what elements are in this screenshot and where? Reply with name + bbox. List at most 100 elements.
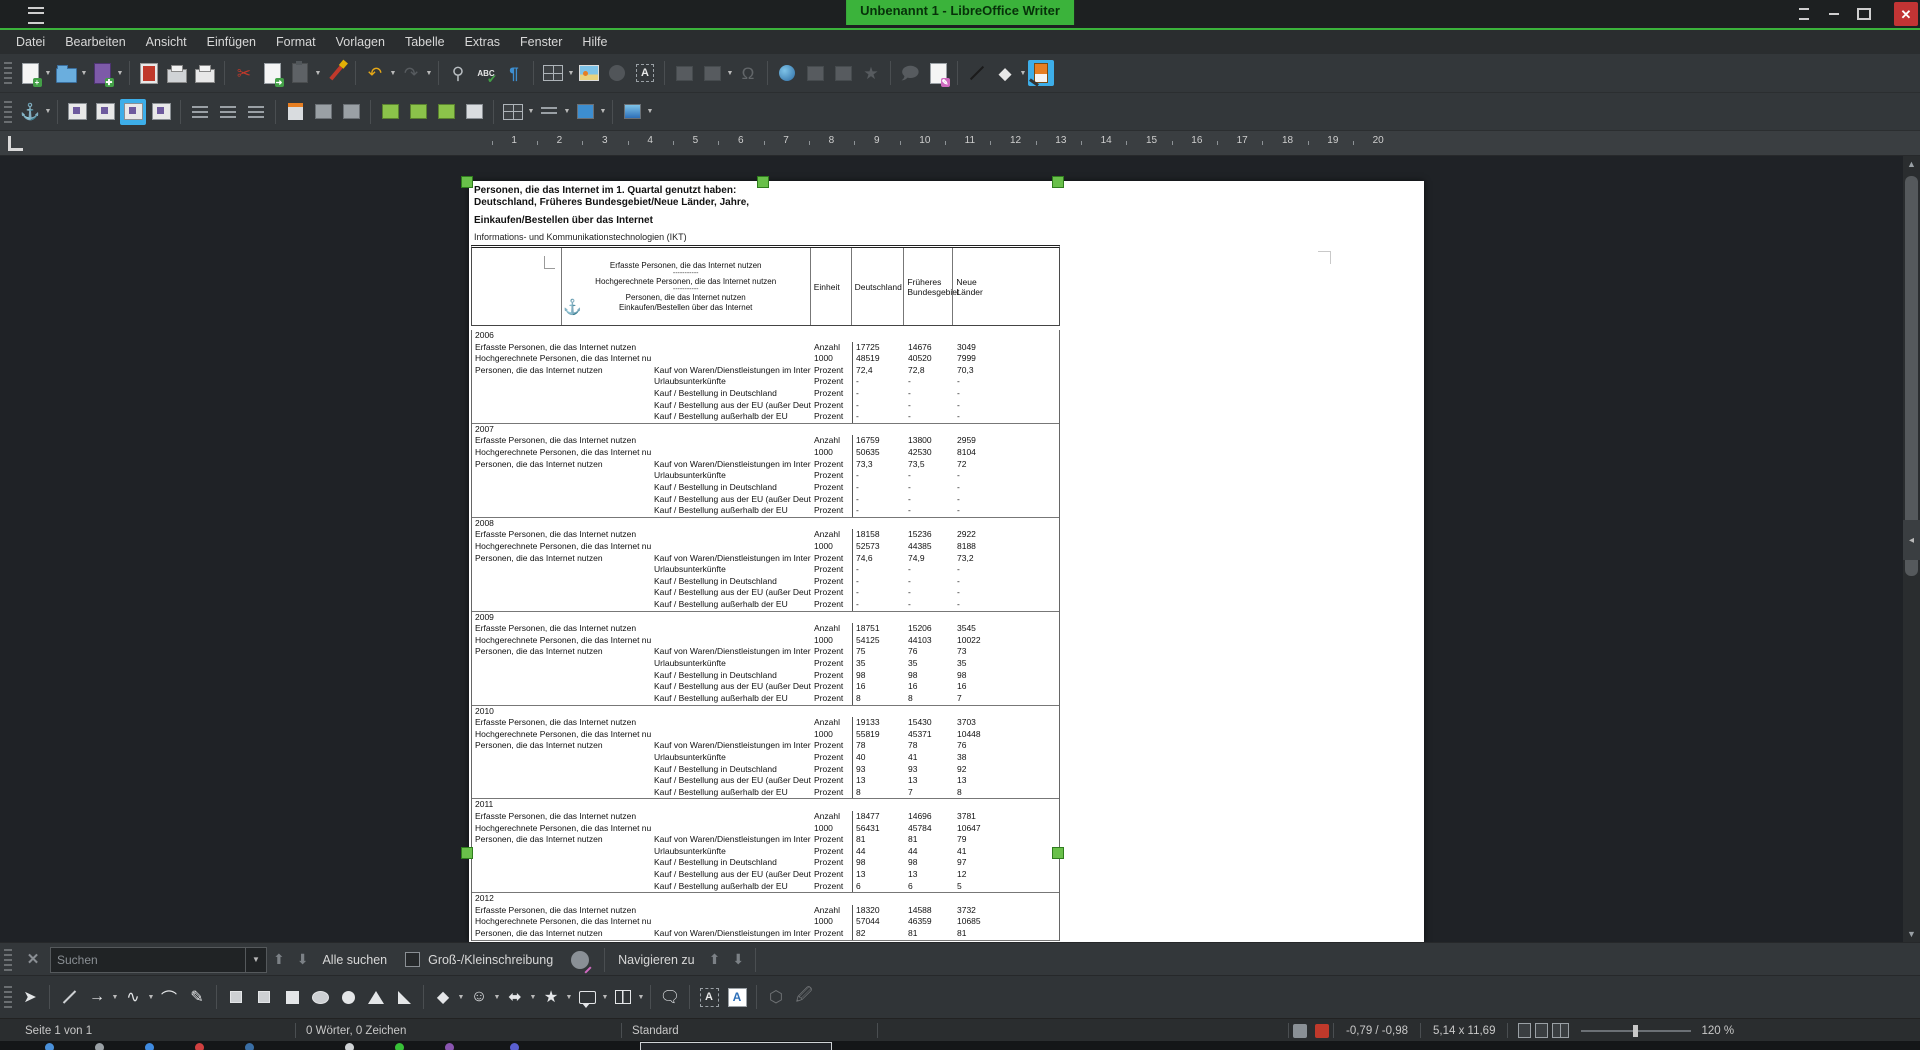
formatting-marks-button[interactable]: ¶ [501, 60, 527, 86]
object-size-status[interactable]: 5,14 x 11,69 [1433, 1025, 1495, 1037]
menu-hilfe[interactable]: Hilfe [572, 31, 617, 53]
insert-field-dropdown[interactable]: ▼ [726, 60, 734, 86]
circle-tool-button[interactable] [334, 983, 362, 1011]
send-to-back-button[interactable] [461, 99, 487, 125]
insert-endnote-button[interactable] [830, 60, 856, 86]
taskbar-icon[interactable] [245, 1043, 254, 1050]
wrap-ideal-button[interactable] [120, 99, 146, 125]
spellcheck-button[interactable]: ABC✔ [473, 60, 499, 86]
insert-bookmark-button[interactable]: ★ [858, 60, 884, 86]
book-view-button[interactable] [1552, 1023, 1569, 1038]
basic-shapes-button[interactable]: ◆ [992, 60, 1018, 86]
print-button[interactable] [164, 60, 190, 86]
object-position-status[interactable]: -0,79 / -0,98 [1346, 1025, 1408, 1037]
align-bottom-button[interactable] [433, 99, 459, 125]
background-color-dropdown[interactable]: ▼ [646, 99, 654, 125]
align-left-button[interactable] [187, 99, 213, 125]
print-preview-button[interactable] [192, 60, 218, 86]
scroll-up-icon[interactable]: ▲ [1903, 156, 1920, 172]
border-color-button[interactable] [572, 99, 598, 125]
basic-shapes-dropdown[interactable]: ▼ [1019, 60, 1027, 86]
undo-button[interactable]: ↶ [362, 60, 388, 86]
save-button[interactable]: ✚ [89, 60, 115, 86]
toolbar-grip[interactable] [4, 101, 12, 123]
block-arrows-tool-button[interactable]: ⬌ [501, 983, 529, 1011]
insert-table-dropdown[interactable]: ▼ [567, 60, 575, 86]
insert-special-char-button[interactable]: Ω [735, 60, 761, 86]
wrap-through-button[interactable] [148, 99, 174, 125]
symbol-shapes-tool-button[interactable]: ☺ [465, 983, 493, 1011]
curve-tool-button[interactable]: ∿ [119, 983, 147, 1011]
taskbar-icon[interactable] [395, 1043, 404, 1050]
border-style-button[interactable] [536, 99, 562, 125]
window-menu-icon[interactable] [28, 7, 44, 24]
callout-shapes-tool-button[interactable] [573, 983, 601, 1011]
anchor-dropdown[interactable]: ▼ [44, 99, 52, 125]
insert-hyperlink-button[interactable] [774, 60, 800, 86]
insert-image-button[interactable] [576, 60, 602, 86]
page-count-status[interactable]: Seite 1 von 1 [25, 1025, 295, 1037]
undo-dropdown[interactable]: ▼ [389, 60, 397, 86]
insert-footnote-button[interactable] [802, 60, 828, 86]
menu-format[interactable]: Format [266, 31, 326, 53]
redo-button[interactable]: ↷ [398, 60, 424, 86]
open-button[interactable] [53, 60, 79, 86]
menu-tabelle[interactable]: Tabelle [395, 31, 455, 53]
menu-datei[interactable]: Datei [6, 31, 55, 53]
insert-comment-button[interactable]: 🗩 [897, 60, 923, 86]
close-button[interactable]: ✕ [1894, 2, 1918, 26]
border-style-dropdown[interactable]: ▼ [563, 99, 571, 125]
selection-handle-middle-right[interactable] [1052, 847, 1064, 859]
align-center-button[interactable] [215, 99, 241, 125]
block-arrows-dropdown[interactable]: ▼ [529, 984, 537, 1010]
zoom-level-status[interactable]: 120 % [1701, 1025, 1734, 1037]
align-middle-button[interactable] [405, 99, 431, 125]
polygon-tool-button[interactable]: ⌒ [155, 983, 183, 1011]
selection-handle-top-center[interactable] [757, 176, 769, 188]
menu-extras[interactable]: Extras [455, 31, 510, 53]
selection-handle-top-right[interactable] [1052, 176, 1064, 188]
background-color-button[interactable] [619, 99, 645, 125]
taskbar-icon[interactable] [45, 1043, 54, 1050]
line-ends-dropdown[interactable]: ▼ [111, 984, 119, 1010]
line-ends-arrow-button[interactable]: → [83, 983, 111, 1011]
scroll-down-icon[interactable]: ▼ [1903, 926, 1920, 942]
toolbar-grip[interactable] [4, 62, 12, 84]
taskbar-icon[interactable] [95, 1043, 104, 1050]
vertical-callouts-button[interactable]: 🗨 [656, 983, 684, 1011]
bring-forward-button[interactable] [310, 99, 336, 125]
new-document-button[interactable]: + [17, 60, 43, 86]
edit-points-button[interactable]: ⬡ [762, 983, 790, 1011]
symbol-shapes-dropdown[interactable]: ▼ [493, 984, 501, 1010]
flowchart-dropdown[interactable]: ▼ [637, 984, 645, 1010]
borders-button[interactable] [500, 99, 526, 125]
find-next-button[interactable]: ⬇ [297, 951, 309, 968]
insert-pagebreak-button[interactable] [671, 60, 697, 86]
cut-button[interactable]: ✂ [231, 60, 257, 86]
select-tool-button[interactable]: ➤ [16, 983, 44, 1011]
search-input[interactable] [51, 948, 245, 972]
show-draw-functions-button[interactable] [1028, 60, 1054, 86]
insert-line-tool-button[interactable] [55, 983, 83, 1011]
insert-textbox-tool-button[interactable]: A [723, 983, 751, 1011]
zoom-slider[interactable] [1581, 1030, 1691, 1032]
insert-chart-button[interactable] [604, 60, 630, 86]
stars-tool-button[interactable]: ★ [537, 983, 565, 1011]
find-previous-button[interactable]: ⬆ [273, 951, 285, 968]
match-case-label[interactable]: Groß-/Kleinschreibung [428, 953, 553, 967]
horizontal-ruler[interactable]: 1234567891011121314151617181920 [0, 131, 1920, 156]
insert-line-button[interactable] [964, 60, 990, 86]
multi-page-view-button[interactable] [1535, 1023, 1548, 1038]
rectangle-tool-button[interactable] [222, 983, 250, 1011]
callout-shapes-dropdown[interactable]: ▼ [601, 984, 609, 1010]
rectangle-rounded-tool-button[interactable] [250, 983, 278, 1011]
selection-handle-middle-left[interactable] [461, 847, 473, 859]
minimize-button[interactable] [1822, 2, 1846, 26]
taskbar-icon[interactable] [510, 1043, 519, 1050]
scrollbar-thumb[interactable] [1905, 176, 1918, 576]
selection-handle-top-left[interactable] [461, 176, 473, 188]
shade-button[interactable] [1792, 2, 1816, 26]
toolbar-grip[interactable] [4, 949, 12, 971]
page-style-status[interactable]: Standard [632, 1025, 877, 1037]
send-backward-button[interactable] [338, 99, 364, 125]
